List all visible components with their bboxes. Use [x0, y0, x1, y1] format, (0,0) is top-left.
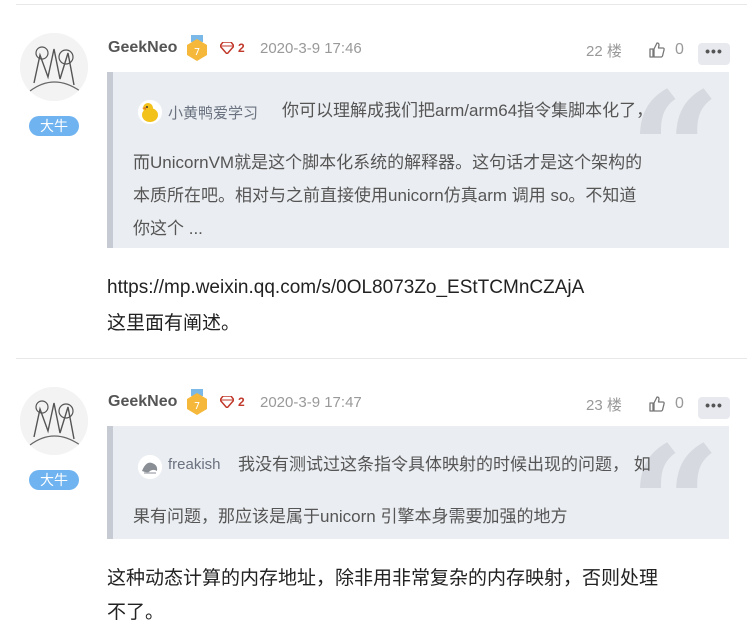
rank-badge: 大牛 — [29, 470, 79, 490]
quote-text-line: 本质所在吧。相对与之前直接使用unicorn仿真arm 调用 so。不知道 — [133, 186, 637, 205]
diamond-icon — [220, 42, 234, 54]
comment-body-text: 这里面有阐述。 — [107, 313, 241, 334]
quote-block: “ 小黄鸭爱学习 你可以理解成我们把arm/arm64指令集脚本化了， 而Uni… — [107, 72, 729, 248]
comment-body-text: 这种动态计算的内存地址，除非用非常复杂的内存映射，否则处理 — [107, 568, 659, 589]
quote-text-line: 果有问题，那应该是属于unicorn 引擎本身需要加强的地方 — [133, 507, 568, 526]
quoted-username[interactable]: freakish — [168, 456, 221, 473]
comment-body-text: 不了。 — [107, 602, 165, 623]
avatar[interactable] — [138, 100, 162, 124]
svg-text:7: 7 — [194, 401, 200, 412]
quote-text-line: 我没有测试过这条指令具体映射的时候出现的问题， 如 — [238, 455, 651, 474]
like-count: 0 — [675, 41, 684, 58]
avatar[interactable] — [138, 455, 162, 479]
post-time: 2020-3-9 17:46 — [260, 40, 362, 57]
level-badge-icon: 7 — [187, 389, 207, 415]
quote-text-line: 你可以理解成我们把arm/arm64指令集脚本化了， — [282, 101, 654, 120]
comment-post: 大牛 GeekNeo 7 2 2020-3-9 17:47 23 楼 0 •••… — [16, 358, 747, 644]
more-button[interactable]: ••• — [698, 397, 730, 419]
quoted-username[interactable]: 小黄鸭爱学习 — [168, 102, 258, 123]
floor-number[interactable]: 22 楼 — [586, 40, 622, 61]
quote-text-line: 而UnicornVM就是这个脚本化系统的解释器。这句话才是这个架构的 — [133, 153, 643, 172]
rank-badge: 大牛 — [29, 116, 79, 136]
thumbs-up-icon[interactable] — [649, 396, 665, 412]
post-time: 2020-3-9 17:47 — [260, 394, 362, 411]
diamond-icon — [220, 396, 234, 408]
quote-text-line: 你这个 ... — [133, 219, 203, 238]
avatar[interactable] — [20, 33, 88, 101]
gem-count: 2 — [238, 41, 245, 55]
gem-count: 2 — [238, 395, 245, 409]
avatar[interactable] — [20, 387, 88, 455]
quote-block: “ freakish 我没有测试过这条指令具体映射的时候出现的问题， 如 果有问… — [107, 426, 729, 539]
comment-post: 大牛 GeekNeo 7 2 2020-3-9 17:46 22 楼 0 •••… — [0, 5, 747, 357]
quote-mark-icon: “ — [628, 426, 721, 539]
comment-body-link[interactable]: https://mp.weixin.qq.com/s/0OL8073Zo_ESt… — [107, 273, 584, 303]
thumbs-up-icon[interactable] — [649, 42, 665, 58]
more-button[interactable]: ••• — [698, 43, 730, 65]
like-count: 0 — [675, 395, 684, 412]
floor-number[interactable]: 23 楼 — [586, 394, 622, 415]
svg-text:7: 7 — [194, 47, 200, 58]
username[interactable]: GeekNeo — [108, 39, 177, 57]
level-badge-icon: 7 — [187, 35, 207, 61]
username[interactable]: GeekNeo — [108, 393, 177, 411]
